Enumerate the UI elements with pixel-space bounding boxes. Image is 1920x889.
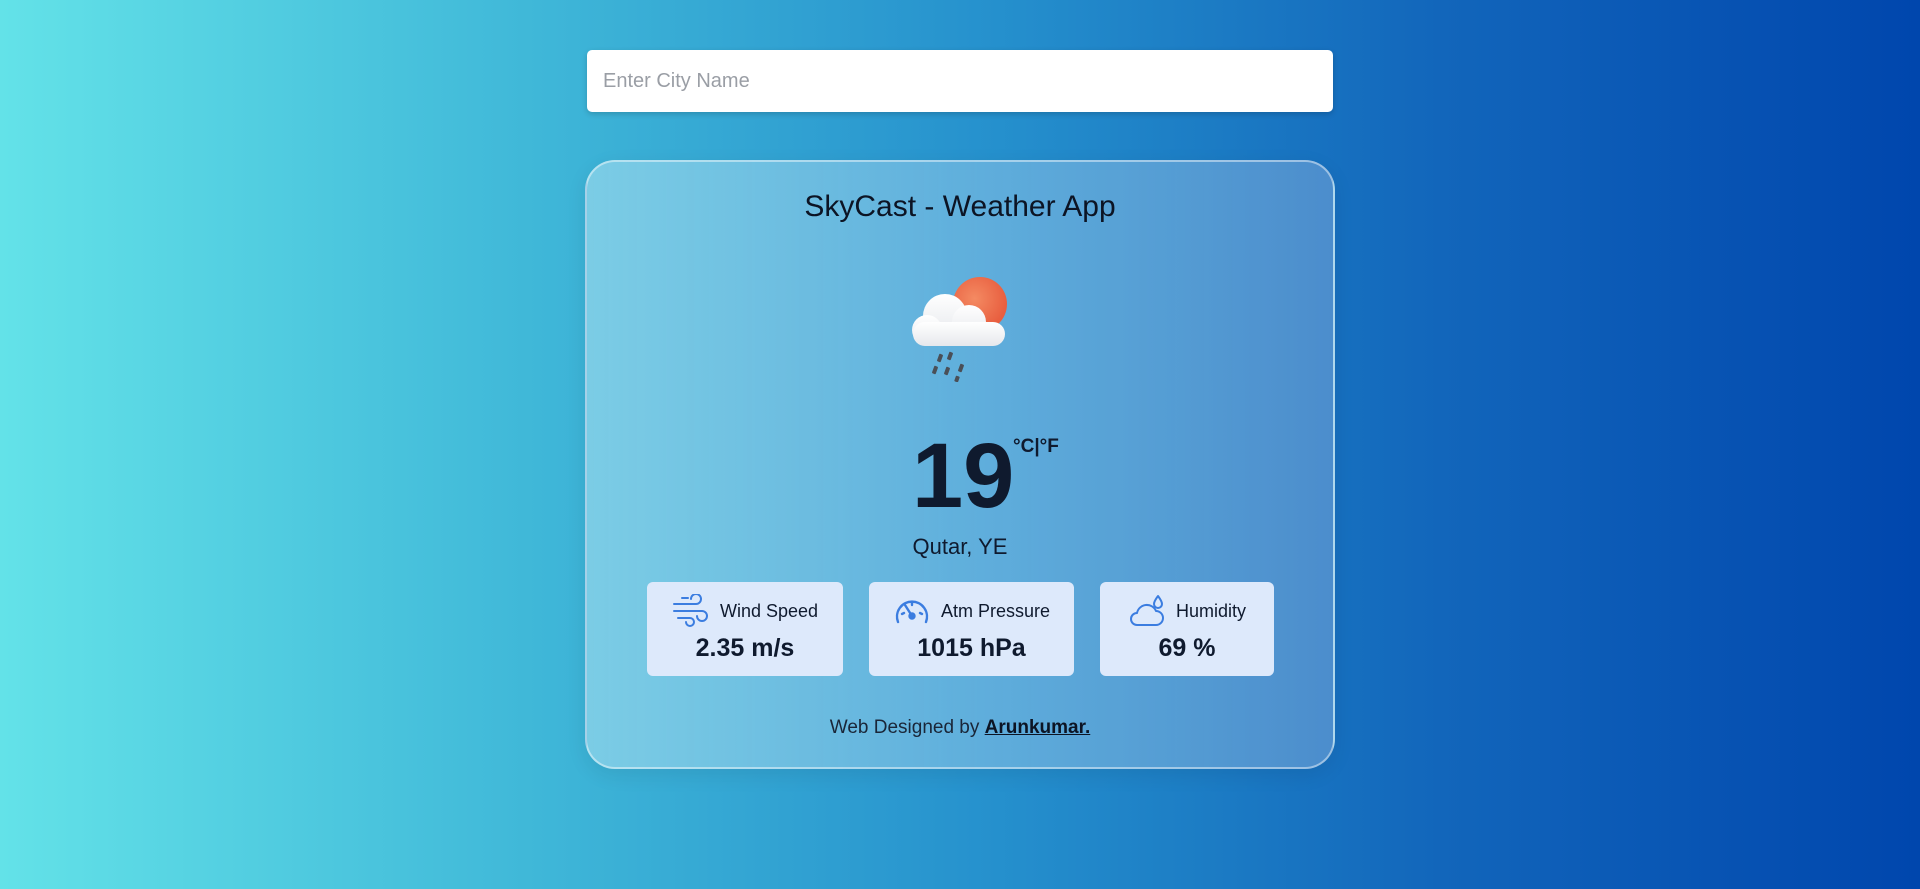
city-search-input[interactable] (587, 50, 1333, 112)
humidity-label: Humidity (1175, 600, 1246, 621)
cloud-drop-icon (1128, 594, 1166, 628)
footer-prefix: Web Designed by (829, 717, 980, 738)
unit-toggle[interactable]: °C|°F (1013, 436, 1059, 458)
search-bar (587, 50, 1333, 112)
temperature-display: 19 °C|°F (587, 430, 1333, 540)
cloud-sun-rain-icon (905, 272, 1021, 383)
weather-card: SkyCast - Weather App 19 °C|°F Qutar, YE… (585, 160, 1335, 769)
humidity-value: 69 % (1158, 634, 1216, 662)
temperature-value: 19 (912, 425, 1015, 527)
app-title: SkyCast - Weather App (804, 190, 1116, 223)
wind-speed-card: Wind Speed 2.35 m/s (647, 582, 843, 676)
humidity-card: Humidity 69 % (1100, 582, 1274, 676)
wind-speed-label: Wind Speed (719, 600, 819, 621)
wind-speed-value: 2.35 m/s (695, 634, 795, 662)
pressure-card: Atm Pressure 1015 hPa (869, 582, 1074, 676)
pressure-label: Atm Pressure (940, 600, 1051, 621)
author-link[interactable]: Arunkumar. (985, 717, 1091, 738)
location-label: Qutar, YE (912, 534, 1008, 559)
footer-credit: Web Designed by Arunkumar. (587, 717, 1333, 739)
gauge-icon (893, 594, 931, 628)
wind-icon (672, 593, 710, 628)
pressure-value: 1015 hPa (917, 634, 1026, 662)
